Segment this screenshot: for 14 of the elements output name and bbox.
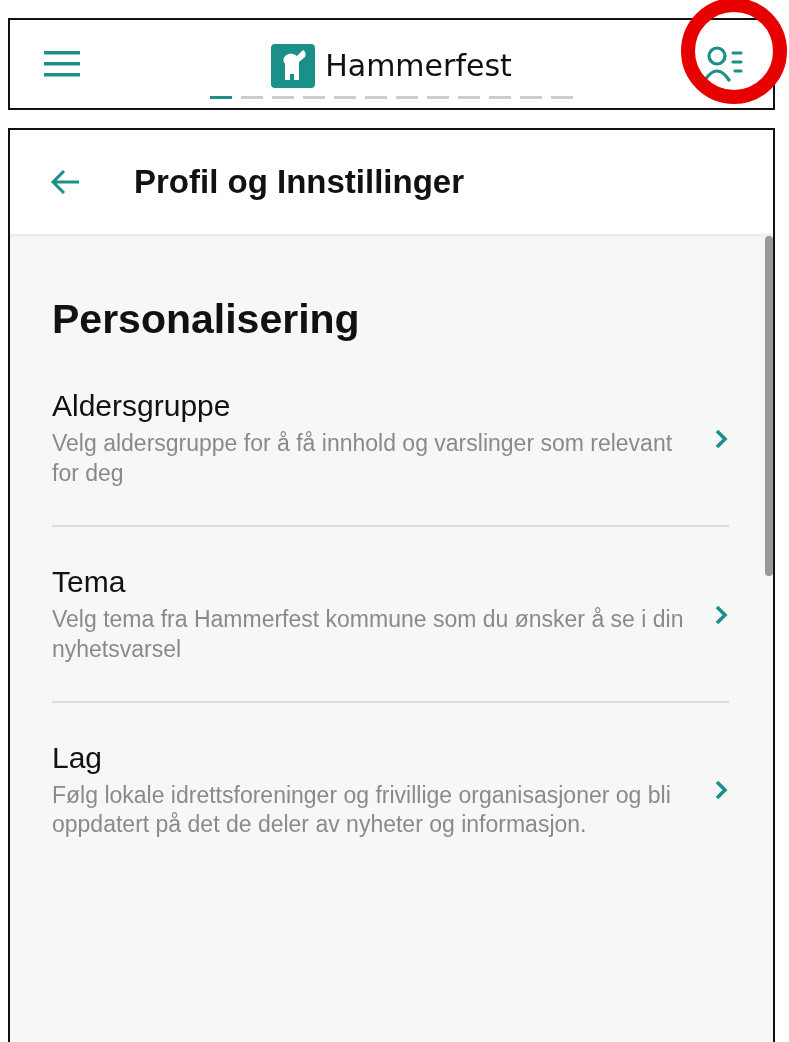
chevron-icon[interactable] xyxy=(715,780,729,801)
setting-description: Velg aldersgruppe for å få innhold og varslinger som relevant for deg xyxy=(52,429,674,488)
setting-description: Følg lokale idrettsforeninger og frivillige organisasjoner og bli oppdatert på det de deler av nyheter og informasjon. xyxy=(52,780,672,840)
bear-logo-icon xyxy=(271,43,316,88)
setting-title: Lag xyxy=(52,740,104,775)
brand-name: Hammerfest xyxy=(325,48,512,83)
chevron-icon[interactable] xyxy=(715,428,729,449)
chevron-icon[interactable] xyxy=(715,604,729,625)
screen-title: Profil og Innstillinger xyxy=(134,163,464,201)
setting-title: Tema xyxy=(52,564,127,599)
setting-description: Velg tema fra Hammerfest kommune som du ønsker å se i din nyhetsvarsel xyxy=(52,604,685,664)
setting-title: Aldersgruppe xyxy=(52,389,232,423)
section-title: Personalisering xyxy=(52,296,361,343)
scrollbar[interactable] xyxy=(765,236,773,576)
